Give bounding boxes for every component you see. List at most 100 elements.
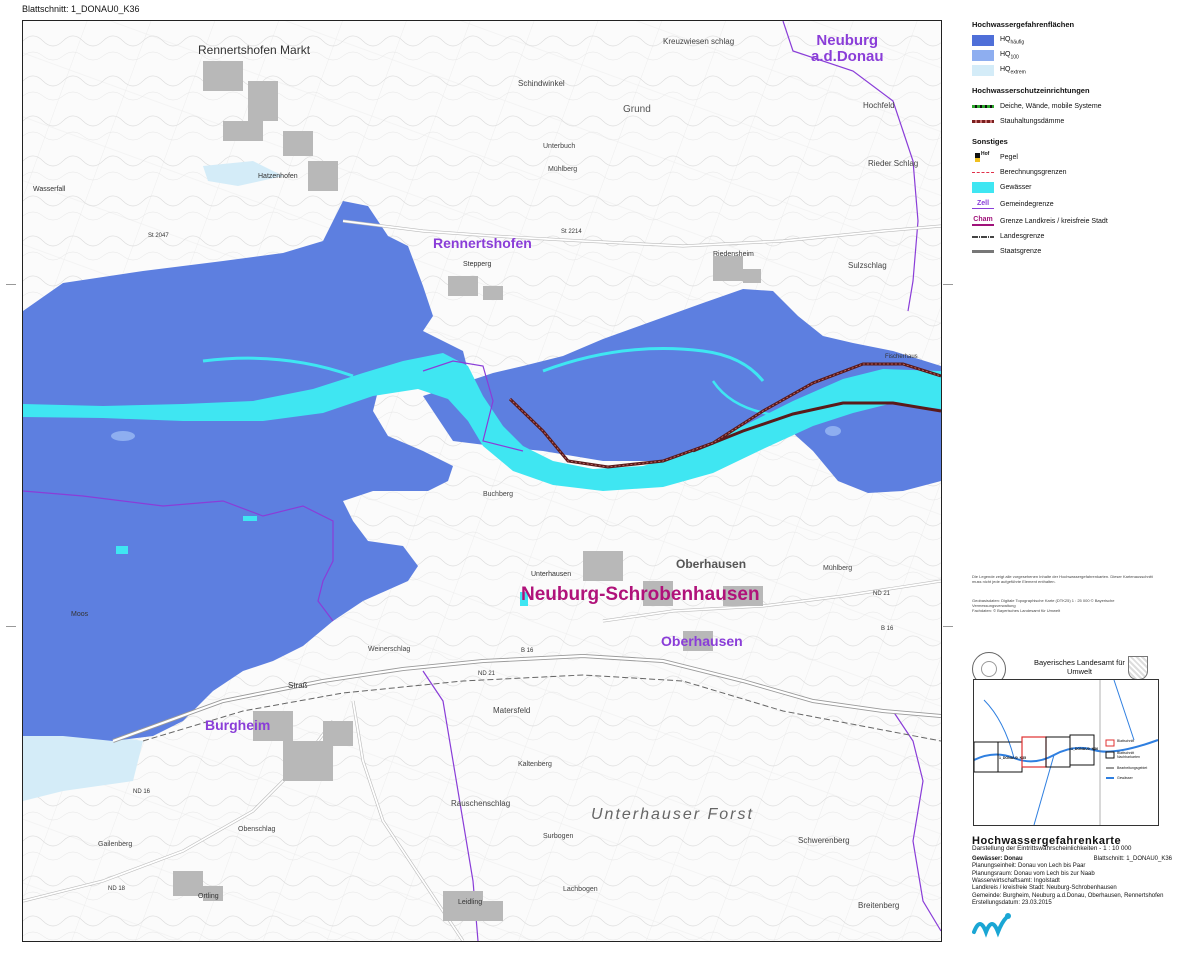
frame-tick xyxy=(6,284,16,285)
road-label: B 16 xyxy=(521,648,534,654)
legend-label: HQ100 xyxy=(1000,50,1019,61)
map-text: Hochfeld xyxy=(863,101,895,110)
legend-symbol: Cham xyxy=(972,216,994,226)
map-text: Kaltenberg xyxy=(518,761,552,768)
map-text: Obenschlag xyxy=(238,826,276,833)
map-text: Riedensheim xyxy=(713,251,754,258)
legend-label: Landesgrenze xyxy=(1000,233,1045,240)
legend-item-pegel: Hof Pegel xyxy=(972,150,1172,165)
overview-legend-label: Blattschnitt Nachbarkarten xyxy=(1117,751,1140,759)
gauge-icon: Hof xyxy=(972,151,994,165)
legend-label: HQextrem xyxy=(1000,65,1026,76)
map-text: Rennertshofen Markt xyxy=(198,43,311,57)
map-text: Straß xyxy=(288,681,308,690)
legend-line-symbol xyxy=(972,105,994,108)
map-text: Unterhausen xyxy=(531,571,572,578)
place-label-oberhausen: Oberhausen xyxy=(661,633,743,649)
legend-item-staatsgrenze: Staatsgrenze xyxy=(972,244,1172,259)
map-text: Lachbogen xyxy=(563,886,598,893)
map-text: Hatzenhofen xyxy=(258,173,298,180)
map-canvas[interactable]: Neuburg a.d.Donau Rennertshofen Neuburg-… xyxy=(22,20,942,942)
legend-label: Gewässer xyxy=(1000,184,1032,191)
map-text: Mühlberg xyxy=(823,565,853,572)
legend-item-hq-100: HQ100 xyxy=(972,48,1172,63)
overview-legend-label: Bearbeitungsgebiet xyxy=(1117,766,1148,770)
footer-line: Planungsraum: Donau vom Lech bis zur Naa… xyxy=(972,870,1095,877)
legend-swatch xyxy=(972,50,994,61)
legend-item-gemeindegrenze: Zell Gemeindegrenze xyxy=(972,195,1172,213)
legend-line-symbol xyxy=(972,250,994,253)
map-text: Stepperg xyxy=(463,261,492,268)
legend-label: Gemeindegrenze xyxy=(1000,200,1054,208)
map-text: Matersfeld xyxy=(493,706,531,715)
road-label: ND 18 xyxy=(108,886,126,892)
map-text: Breitenberg xyxy=(858,901,900,910)
water-cell xyxy=(243,516,257,521)
frame-tick xyxy=(943,626,953,627)
footer-header-row: Gewässer: Donau Blattschnitt: 1_DONAU0_K… xyxy=(972,856,1172,863)
legend-swatch xyxy=(972,182,994,193)
wave-logo-icon xyxy=(972,910,1020,940)
legend-label: Grenze Landkreis / kreisfreie Stadt xyxy=(1000,217,1108,225)
legend-item-stauhaltungsdaemme: Stauhaltungsdämme xyxy=(972,114,1172,129)
legend-note: Die Legende zeigt alle vorgesehenen Inha… xyxy=(972,574,1153,584)
road-label: B 16 xyxy=(881,626,894,632)
overview-map: 1_DONAU0_K35 1_DONAU0_K36 Blattschnitt B… xyxy=(973,679,1159,826)
footer-line: Erstellungsdatum: 23.03.2015 xyxy=(972,900,1052,907)
legend-item-landkreisgrenze: Cham Grenze Landkreis / kreisfreie Stadt xyxy=(972,213,1172,229)
place-label-rennertshofen: Rennertshofen xyxy=(433,235,532,251)
legend-item-hq-extrem: HQextrem xyxy=(972,63,1172,78)
legend-line-symbol xyxy=(972,120,994,123)
legend-label: Pegel xyxy=(1000,154,1018,161)
map-text: Gailenberg xyxy=(98,841,133,848)
legend-item-deiche: Deiche, Wände, mobile Systeme xyxy=(972,99,1172,114)
map-text: Moos xyxy=(71,611,89,618)
legend-label: HQhäufig xyxy=(1000,35,1025,46)
legend-line-symbol xyxy=(972,235,994,238)
district-label-neuburg-schrobenhausen: Neuburg-Schrobenhausen xyxy=(521,584,760,605)
legend-label: Deiche, Wände, mobile Systeme xyxy=(1000,103,1102,110)
map-text: Wasserfall xyxy=(33,186,66,193)
legend-section-title: Hochwassergefahrenflächen xyxy=(972,20,1075,29)
map-text: Surbogen xyxy=(543,833,574,840)
footer-line: Landkreis / kreisfreie Stadt: Neuburg-Sc… xyxy=(972,885,1117,892)
overview-legend-label: Blattschnitt xyxy=(1117,739,1135,743)
map-text: Buchberg xyxy=(483,491,513,498)
gewaesser-label: Gewässer: Donau xyxy=(972,855,1023,862)
fachdaten-note: Fachdaten: © Bayerisches Landesamt für U… xyxy=(972,608,1061,613)
road-label: ND 21 xyxy=(478,671,496,677)
road-label: ND 16 xyxy=(133,789,151,795)
road-label: St 2047 xyxy=(148,233,169,239)
blatt-label: Blattschnitt: 1_DONAU0_K36 xyxy=(1093,855,1172,862)
road-label: St 2214 xyxy=(561,229,582,235)
map-text: Ortling xyxy=(198,893,219,900)
legend-panel: Hochwassergefahrenflächen HQhäufig HQ100… xyxy=(972,20,1172,259)
legend-swatch xyxy=(972,65,994,76)
legend-label: Stauhaltungsdämme xyxy=(1000,118,1065,125)
agency-name: Bayerisches Landesamt für Umwelt xyxy=(1034,658,1125,676)
legend-symbol: Zell xyxy=(972,200,994,209)
map-subtitle: Darstellung der Eintrittswahrscheinlichk… xyxy=(972,845,1132,853)
title-block: Hochwassergefahrenkarte Darstellung der … xyxy=(972,835,1172,908)
place-label-neuburg: Neuburg a.d.Donau xyxy=(811,32,884,65)
footer-line: Planungseinheit: Donau von Lech bis Paar xyxy=(972,863,1086,870)
bavarian-coat-of-arms-icon xyxy=(1122,652,1152,682)
map-text: Rauschenschlag xyxy=(451,799,511,808)
map-text: Mühlberg xyxy=(548,166,578,173)
legend-item-gewaesser: Gewässer xyxy=(972,180,1172,195)
basis-note: Geobasisdaten: Digitale Topographische K… xyxy=(972,598,1115,608)
legend-item-hq-haeufig: HQhäufig xyxy=(972,33,1172,48)
map-text: Schindwinkel xyxy=(518,79,565,88)
hq-100-pocket xyxy=(825,426,841,436)
map-title: Hochwassergefahrenkarte xyxy=(972,835,1122,847)
place-label-burgheim: Burgheim xyxy=(205,717,271,733)
legend-line-symbol xyxy=(972,171,994,174)
map-text: Weinerschlag xyxy=(368,646,411,653)
road-label: ND 21 xyxy=(873,591,891,597)
footer-line: Wasserwirtschaftsamt: Ingolstadt xyxy=(972,878,1060,885)
water-cell xyxy=(116,546,128,554)
frame-tick xyxy=(943,284,953,285)
legend-section-title: Hochwasserschutzeinrichtungen xyxy=(972,86,1090,95)
overview-legend-label: Gewässer xyxy=(1117,776,1133,780)
footer-line: Gemeinde: Burgheim, Neuburg a.d.Donau, O… xyxy=(972,892,1164,899)
